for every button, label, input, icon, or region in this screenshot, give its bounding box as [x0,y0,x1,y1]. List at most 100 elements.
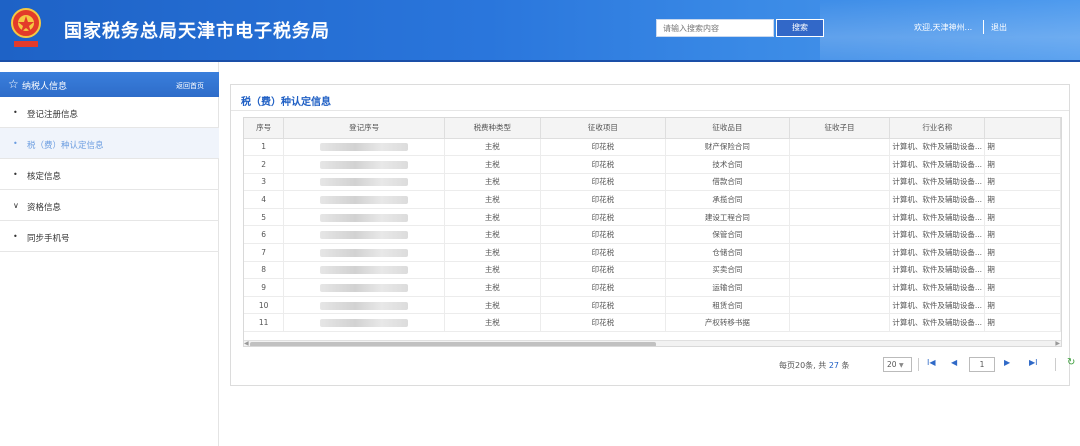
site-title: 国家税务总局天津市电子税务局 [64,21,330,42]
star-icon: ☆ [8,77,19,91]
collection-product: 产权转移书据 [665,313,790,333]
redacted-value [320,160,409,169]
header-divider [983,20,984,34]
collection-item: 印花税 [540,225,667,245]
sidebar-heading: 纳税人信息 [22,82,68,92]
bullet-icon: • [13,170,18,179]
tax-category-type: 主税 [444,243,541,262]
table-row[interactable]: 1 主税 印花税 财产保险合同 计算机、软件及辅助设备... 期 [244,138,1061,157]
table-row[interactable]: 7 主税 印花税 仓储合同 计算机、软件及辅助设备... 期 [244,243,1061,262]
first-page-icon[interactable]: I◀ [927,358,936,367]
overflow-cell: 期 [984,208,1061,227]
registration-number [283,155,445,174]
collection-subitem [789,225,891,245]
logout-link[interactable]: 退出 [991,22,1007,33]
tax-emblem-logo [11,8,41,47]
scrollbar-thumb[interactable] [250,342,656,346]
sidebar-item-label: 登记注册信息 [27,110,79,120]
table-header-row: 序号 登记序号 税费种类型 征收项目 征收品目 征收子目 行业名称 [244,118,1061,139]
table-row[interactable]: 4 主税 印花税 承揽合同 计算机、软件及辅助设备... 期 [244,190,1061,209]
sidebar-item-assessment[interactable]: • 核定信息 [0,159,219,190]
sidebar-item-sync-phone[interactable]: • 同步手机号 [0,221,219,252]
overflow-cell: 期 [984,138,1061,157]
current-page-input[interactable]: 1 [969,357,995,372]
industry-name: 计算机、软件及辅助设备... [889,313,986,333]
bullet-icon: • [13,108,18,117]
collection-item: 印花税 [540,138,667,157]
search-input[interactable] [656,19,774,37]
industry-name: 计算机、软件及辅助设备... [889,173,986,192]
table-row[interactable]: 10 主税 印花税 租赁合同 计算机、软件及辅助设备... 期 [244,296,1061,315]
collection-subitem [789,138,891,157]
row-number: 11 [244,313,285,333]
collection-subitem [789,173,891,192]
collection-item: 印花税 [540,296,667,315]
page-size-select[interactable]: 20 ▼ [883,357,912,372]
collection-product: 租赁合同 [665,296,790,315]
welcome-user[interactable]: 欢迎,天津神州... [914,22,972,33]
redacted-value [320,319,409,328]
redacted-value [320,248,409,257]
sidebar-item-label: 核定信息 [27,172,62,182]
redacted-value [320,196,409,205]
collection-item: 印花税 [540,208,667,227]
search-button[interactable]: 搜索 [776,19,824,37]
prev-page-icon[interactable]: ◀ [951,358,957,367]
registration-number [283,278,445,297]
tax-type-panel: 税（费）种认定信息 序号 登记序号 税费种类型 征收项目 征收品目 征收子目 行业名称 1 主… [230,84,1075,386]
pager-divider [918,358,919,371]
scroll-right-icon[interactable]: ▶ [1055,340,1060,346]
column-header: 征收子目 [789,118,891,139]
total-count: 27 [828,361,839,370]
sidebar-item-registration[interactable]: • 登记注册信息 [0,97,219,128]
column-header: 登记序号 [283,118,445,139]
tax-category-type: 主税 [444,190,541,209]
registration-number [283,190,445,209]
table-row[interactable]: 9 主税 印花税 运输合同 计算机、软件及辅助设备... 期 [244,278,1061,297]
table-row[interactable]: 11 主税 印花税 产权转移书据 计算机、软件及辅助设备... 期 [244,313,1061,333]
table-row[interactable]: 2 主税 印花税 技术合同 计算机、软件及辅助设备... 期 [244,155,1061,174]
last-page-icon[interactable]: ▶I [1029,358,1038,367]
tax-category-type: 主税 [444,296,541,315]
table-row[interactable]: 3 主税 印花税 借款合同 计算机、软件及辅助设备... 期 [244,173,1061,192]
tax-category-type: 主税 [444,208,541,227]
collection-item: 印花税 [540,155,667,174]
industry-name: 计算机、软件及辅助设备... [889,243,986,262]
sidebar-item-label: 同步手机号 [27,234,70,244]
tax-category-type: 主税 [444,225,541,245]
next-page-icon[interactable]: ▶ [1004,358,1010,367]
panel-title: 税（费）种认定信息 [241,97,331,108]
redacted-value [320,213,409,222]
tax-category-type: 主税 [444,278,541,297]
table-row[interactable]: 8 主税 印花税 买卖合同 计算机、软件及辅助设备... 期 [244,261,1061,280]
table-row[interactable]: 5 主税 印花税 建设工程合同 计算机、软件及辅助设备... 期 [244,208,1061,227]
collection-product: 买卖合同 [665,261,790,280]
refresh-icon[interactable]: ↻ [1067,357,1075,368]
redacted-value [320,178,409,187]
sidebar-item-tax-type[interactable]: • 税（费）种认定信息 [0,128,219,159]
data-grid: 序号 登记序号 税费种类型 征收项目 征收品目 征收子目 行业名称 1 主税 印花税 财产保险合同… [243,117,1062,347]
row-number: 6 [244,225,285,245]
table-row[interactable]: 6 主税 印花税 保管合同 计算机、软件及辅助设备... 期 [244,225,1061,245]
bullet-icon: • [13,232,18,241]
return-home-link[interactable]: 返回首页 [176,81,204,91]
tax-category-type: 主税 [444,155,541,174]
sidebar-item-label: 税（费）种认定信息 [27,141,104,151]
collection-product: 运输合同 [665,278,790,297]
scroll-left-icon[interactable]: ◀ [244,340,249,346]
collection-item: 印花税 [540,261,667,280]
sidebar-item-qualification[interactable]: ∨ 资格信息 [0,190,219,221]
chevron-down-icon: ∨ [13,201,19,210]
top-header: 国家税务总局天津市电子税务局 搜索 欢迎,天津神州... 退出 [0,0,1080,62]
registration-number [283,296,445,315]
row-number: 8 [244,261,285,280]
sidebar-heading-bar: ☆ 纳税人信息 返回首页 [0,72,219,97]
registration-number [283,225,445,245]
industry-name: 计算机、软件及辅助设备... [889,155,986,174]
collection-item: 印花税 [540,190,667,209]
column-header: 征收项目 [540,118,667,139]
horizontal-scrollbar[interactable]: ◀ ▶ [244,340,1061,346]
industry-name: 计算机、软件及辅助设备... [889,278,986,297]
collection-subitem [789,296,891,315]
industry-name: 计算机、软件及辅助设备... [889,138,986,157]
